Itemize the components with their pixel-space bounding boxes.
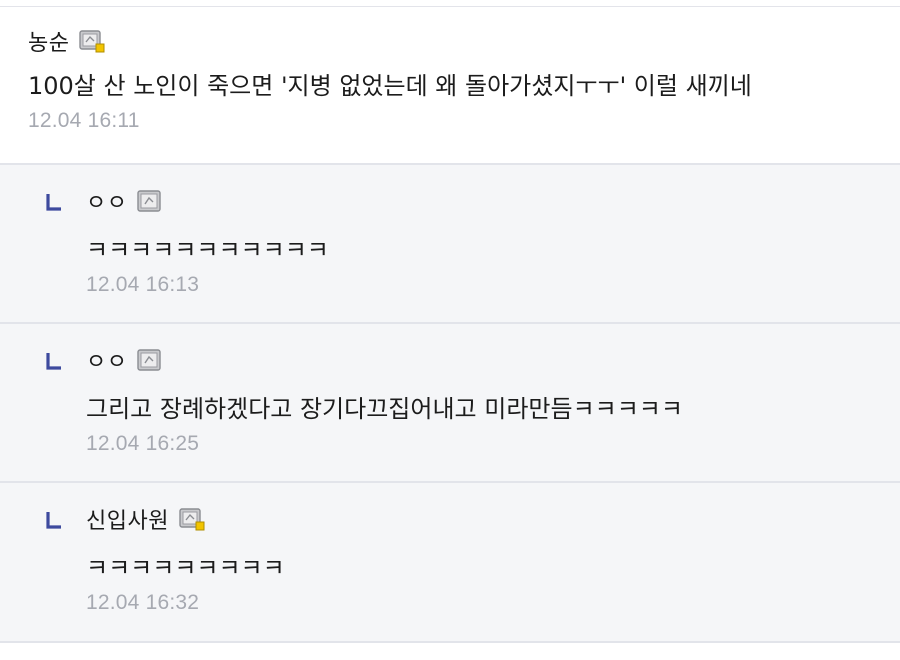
reply-arrow-icon (46, 352, 62, 370)
reply-arrow-icon (46, 193, 62, 211)
comment-timestamp: 12.04 16:13 (86, 273, 200, 296)
author-name[interactable]: 신입사원 (86, 503, 169, 535)
comment-header: 신입사원 (86, 503, 900, 535)
comment-header: 농순 (28, 25, 900, 57)
comment-item: 농순 100살 산 노인이 죽으면 '지병 없었는데 왜 돌아가셨지ㅜㅜ' 이럴… (0, 7, 900, 165)
reply-item: 신입사원 ㅋㅋㅋㅋㅋㅋㅋㅋㅋ 12.04 16:32 (0, 483, 900, 643)
author-name[interactable]: ㅇㅇ (86, 344, 127, 376)
comment-timestamp: 12.04 16:25 (86, 432, 200, 455)
comment-header: ㅇㅇ (86, 344, 900, 376)
author-name[interactable]: ㅇㅇ (86, 185, 127, 217)
top-divider (0, 0, 900, 7)
reply-item: ㅇㅇ 그리고 장례하겠다고 장기다끄집어내고 미라만듬ㅋㅋㅋㅋㅋ 12.04 1… (0, 324, 900, 483)
reply-arrow-icon (46, 511, 62, 529)
comment-text: 그리고 장례하겠다고 장기다끄집어내고 미라만듬ㅋㅋㅋㅋㅋ (86, 395, 683, 423)
author-name[interactable]: 농순 (28, 25, 69, 57)
mobile-badge-icon (179, 508, 205, 532)
comment-text: ㅋㅋㅋㅋㅋㅋㅋㅋㅋ (86, 554, 285, 582)
mobile-icon (137, 190, 163, 214)
reply-item: ㅇㅇ ㅋㅋㅋㅋㅋㅋㅋㅋㅋㅋㅋ 12.04 16:13 (0, 165, 900, 324)
comment-header: ㅇㅇ (86, 185, 900, 217)
mobile-badge-icon (79, 30, 105, 54)
comment-text: ㅋㅋㅋㅋㅋㅋㅋㅋㅋㅋㅋ (86, 236, 329, 264)
mobile-icon (137, 349, 163, 373)
comment-text: 100살 산 노인이 죽으면 '지병 없었는데 왜 돌아가셨지ㅜㅜ' 이럴 새끼… (28, 72, 752, 100)
comment-timestamp: 12.04 16:11 (28, 109, 140, 132)
comment-timestamp: 12.04 16:32 (86, 591, 200, 614)
